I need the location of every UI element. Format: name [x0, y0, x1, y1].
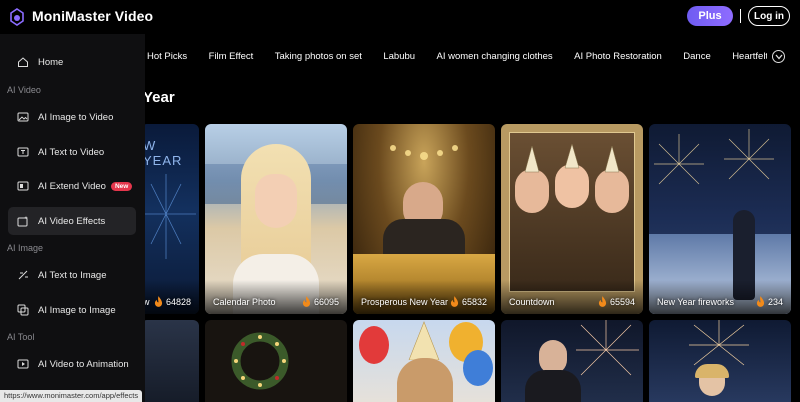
- sidebar-section-ai-image: AI Image: [7, 243, 44, 253]
- category-heartfelt-kiss[interactable]: Heartfelt Kiss: [732, 47, 767, 66]
- sparkle-graphic: [141, 174, 196, 259]
- card-count: 234: [756, 296, 783, 307]
- sidebar-section-ai-video: AI Video: [7, 85, 41, 95]
- text-video-icon: [17, 147, 29, 157]
- card-label: Prosperous New Year: [361, 297, 449, 307]
- extend-video-icon: [17, 181, 29, 191]
- flame-icon: [598, 296, 607, 307]
- category-dance[interactable]: Dance: [683, 47, 710, 66]
- header-divider: [740, 9, 741, 23]
- video-effects-icon: [17, 216, 28, 227]
- sidebar-item-label: AI Video to Animation: [38, 358, 129, 370]
- sidebar-section-ai-tool: AI Tool: [7, 332, 35, 342]
- effect-card[interactable]: Prosperous New Year 65832: [353, 124, 495, 314]
- sidebar-item-ai-image-to-image[interactable]: AI Image to Image: [8, 296, 136, 324]
- sidebar-item-label: AI Extend Video: [38, 180, 106, 192]
- sidebar-item-ai-video-effects[interactable]: AI Video Effects: [8, 207, 136, 235]
- card-label: Countdown: [509, 297, 555, 307]
- wreath-graphic: [231, 332, 289, 390]
- category-ai-photo-restoration[interactable]: AI Photo Restoration: [574, 47, 662, 66]
- card-label: New Year fireworks: [657, 297, 735, 307]
- image-icon: [17, 112, 29, 122]
- effect-card[interactable]: Calendar Photo 66095: [205, 124, 347, 314]
- app-title[interactable]: MoniMaster Video: [32, 8, 153, 24]
- chandelier-graphic: [390, 145, 458, 160]
- section-title: Year: [143, 89, 175, 106]
- card-count: 66095: [302, 296, 339, 307]
- flame-icon: [756, 296, 765, 307]
- card-label: Calendar Photo: [213, 297, 276, 307]
- new-badge: New: [110, 181, 133, 191]
- sidebar-item-home[interactable]: Home: [8, 48, 136, 76]
- effect-card[interactable]: [649, 320, 791, 402]
- sidebar: Home AI Video AI Image to Video AI Text …: [0, 34, 145, 402]
- effect-card[interactable]: [205, 320, 347, 402]
- chevron-down-icon: [775, 54, 783, 60]
- party-hat-graphic: [408, 321, 440, 360]
- logo-icon[interactable]: [9, 8, 25, 26]
- effect-card[interactable]: [353, 320, 495, 402]
- flame-icon: [450, 296, 459, 307]
- card-count: 65832: [450, 296, 487, 307]
- sidebar-item-ai-text-to-image[interactable]: AI Text to Image: [8, 261, 136, 289]
- flame-icon: [302, 296, 311, 307]
- flame-icon: [154, 296, 163, 307]
- sidebar-item-ai-extend-video[interactable]: AI Extend Video New: [8, 172, 136, 200]
- effect-card[interactable]: New Year fireworks 234: [649, 124, 791, 314]
- category-film-effect[interactable]: Film Effect: [209, 47, 254, 66]
- effect-card[interactable]: Countdown 65594: [501, 124, 643, 314]
- effect-card[interactable]: [141, 320, 199, 402]
- sidebar-item-label: Home: [38, 56, 64, 68]
- category-ai-women-changing-clothes[interactable]: AI women changing clothes: [437, 47, 553, 66]
- sidebar-item-ai-video-to-animation[interactable]: AI Video to Animation: [8, 350, 136, 378]
- more-categories-button[interactable]: [772, 50, 785, 63]
- plus-button[interactable]: Plus: [687, 6, 733, 26]
- sidebar-item-label: AI Image to Image: [38, 304, 116, 316]
- home-icon: [18, 57, 28, 67]
- card-count: 64828: [154, 296, 191, 307]
- text-image-icon: [18, 270, 28, 280]
- image-to-image-icon: [17, 304, 29, 316]
- party-hats-graphic: [524, 144, 620, 173]
- sidebar-item-label: AI Text to Video: [38, 146, 105, 158]
- animation-icon: [17, 359, 29, 369]
- sidebar-item-label: AI Text to Image: [38, 269, 107, 281]
- sidebar-item-ai-text-to-video[interactable]: AI Text to Video: [8, 138, 136, 166]
- sidebar-item-label: AI Video Effects: [38, 215, 106, 227]
- top-header: MoniMaster Video Plus Log in: [0, 0, 800, 34]
- category-taking-photos-on-set[interactable]: Taking photos on set: [275, 47, 362, 66]
- status-bar-url: https://www.monimaster.com/app/effects: [0, 390, 143, 402]
- fireworks-graphic: [576, 320, 639, 376]
- login-button[interactable]: Log in: [748, 6, 790, 26]
- sidebar-item-label: AI Image to Video: [38, 111, 114, 123]
- effect-card[interactable]: [501, 320, 643, 402]
- category-labubu[interactable]: Labubu: [383, 47, 415, 66]
- sidebar-item-ai-image-to-video[interactable]: AI Image to Video: [8, 103, 136, 131]
- effect-card[interactable]: W YEAR w 64828: [141, 124, 199, 314]
- category-hot-picks[interactable]: Hot Picks: [147, 47, 187, 66]
- fireworks-graphic: [654, 129, 774, 185]
- category-bar: Hot Picks Film Effect Taking photos on s…: [147, 46, 767, 66]
- card-count: 65594: [598, 296, 635, 307]
